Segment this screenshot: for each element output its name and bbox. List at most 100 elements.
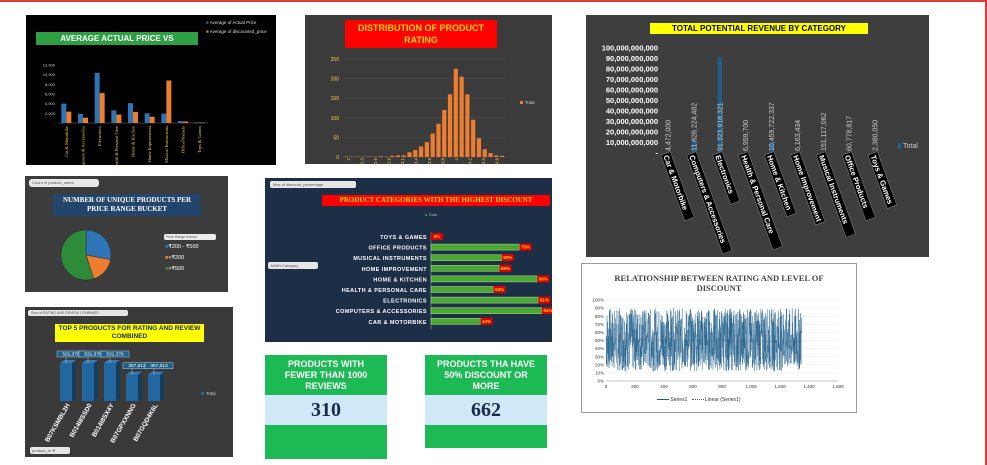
y-tick-label: 0% [597, 379, 604, 384]
y-tick-label: 250 [331, 57, 340, 63]
discount-bar [430, 254, 503, 261]
data-label: 75% [521, 245, 530, 250]
y-tick-label: 100% [592, 298, 604, 303]
category-label: HEALTH & PERSONAL CARE [342, 288, 427, 294]
y-tick-label: 150 [331, 96, 340, 102]
discount-bar [430, 296, 539, 304]
category-label: COMPUTERS & ACCESSORIES [336, 309, 427, 315]
top5-bar [60, 363, 72, 401]
x-tick-label: Home Improvement [147, 125, 152, 162]
rating-discount-chart[interactable]: RELATIONSHIP BETWEEN RATING AND LEVEL OF… [581, 263, 857, 413]
data-label: 367,613 [150, 363, 168, 369]
rating-bar [447, 94, 453, 157]
x-tick-label: Musical Instruments [164, 126, 169, 163]
rating-bar [436, 123, 441, 157]
x-tick-label: Computers & Accessories [81, 126, 86, 165]
rating-bar [413, 149, 418, 157]
x-tick-label-group: Toys & Games [867, 151, 898, 209]
rating-bar [430, 133, 435, 157]
x-tick-label: 4 [454, 157, 459, 160]
x-tick-label: Car & Motorbike [64, 126, 69, 157]
x-tick-label: Health & Personal Care [114, 126, 119, 165]
rating-bar [459, 76, 464, 157]
y-tick-label: 30% [595, 354, 604, 359]
price-bucket-chart[interactable]: Count of product_name NUMBER OF UNIQUE P… [25, 176, 228, 292]
y-tick-label: 20% [595, 362, 604, 367]
data-label: 367,613 [128, 363, 146, 369]
x-tick-label: 600 [689, 384, 697, 389]
y-tick-label: 6,000 [45, 92, 56, 97]
legend-swatch [201, 392, 204, 395]
rating-bar [378, 156, 383, 157]
y-tick-label: 90,000,000,000 [606, 54, 658, 63]
data-label: 53% [495, 287, 504, 292]
bar-discounted-price [116, 114, 122, 123]
x-tick-label: 400 [660, 384, 668, 389]
x-tick-label: B07GQD4K6L [132, 402, 159, 442]
rating-distribution-chart[interactable]: DISTRIBUTION OF PRODUCT RATING 250 200 150… [305, 15, 552, 164]
bar-actual-price [94, 72, 100, 123]
pie-slice [85, 229, 112, 260]
x-tick-label: 3.1 [400, 157, 405, 163]
kpi-fewer-reviews-footer [265, 425, 387, 459]
discount-bar [430, 275, 538, 283]
y-tick-label: 8,000 [45, 82, 56, 87]
data-label: 151,117,062 [821, 112, 828, 151]
bar-actual-price [178, 121, 183, 123]
x-tick-label: B014I8SSD0 [69, 402, 94, 439]
y-tick-label: 70,000,000,000 [606, 75, 658, 84]
bar-actual-price [194, 122, 200, 123]
data-label: 60% [503, 255, 512, 260]
bar-discounted-price [166, 80, 172, 123]
top5-plot: 531,376 B07KSMBL2H 531,376 B014I8SSD0 531,37… [44, 350, 216, 444]
x-tick-label-group: Home & Kitchen [764, 151, 797, 218]
top5-chart[interactable]: Sum of RATING AND REVIEW COMBINED TOP 5 … [25, 307, 233, 457]
x-tick-label: 3.6 [427, 157, 432, 163]
x-tick-label: 4.6 [494, 157, 499, 163]
x-tick-label: 2 [346, 157, 351, 160]
kpi-fewer-reviews: PRODUCTS WITH FEWER THAN 1000 REVIEWS 31… [265, 355, 387, 459]
legend-label: Total [206, 391, 216, 396]
data-label: 60,778,817 [847, 116, 854, 151]
data-label: 11,628,224,482 [691, 103, 698, 151]
y-tick-label: 100,000,000,000 [602, 44, 658, 53]
y-tick-label: 40,000,000,000 [606, 107, 658, 116]
x-tick-label: 3.8 [440, 157, 445, 163]
kpi-fewer-reviews-label: PRODUCTS WITH FEWER THAN 1000 REVIEWS [265, 355, 387, 395]
y-tick-label: - [54, 121, 56, 126]
bar-discounted-price [99, 93, 105, 123]
y-tick-label: 70% [595, 322, 604, 327]
x-tick-label: 1,400 [803, 384, 815, 389]
y-tick-label: 90% [595, 306, 604, 311]
kpi-fewer-reviews-value: 310 [265, 395, 387, 425]
avg-price-chart[interactable]: AVERAGE ACTUAL PRICE VS ■ Average of Act… [26, 15, 276, 165]
x-tick-label: 4.4 [481, 157, 486, 163]
x-tick-label: 1,600 [832, 384, 844, 389]
y-tick-label: 50% [595, 338, 604, 343]
scatter-legend: Series1 Linear (Series1) [657, 397, 740, 403]
revenue-chart[interactable]: TOTAL POTENTIAL REVENUE BY CATEGORY 100,… [586, 15, 929, 257]
x-tick-label: Toys & Games [869, 154, 895, 206]
y-tick-label: 50 [333, 135, 339, 141]
data-label: 91,323,918,321 [717, 102, 724, 151]
x-tick-label: Electronics [713, 154, 735, 195]
data-label: 531,376 [62, 352, 80, 358]
legend-swatch [520, 101, 523, 104]
top5-bar [126, 374, 138, 401]
data-label: 90% [539, 276, 548, 281]
y-tick-label: 60,000,000,000 [606, 86, 658, 95]
bar-discounted-price [183, 121, 188, 123]
discount-chart[interactable]: Max of discount_percentage PRODUCT CATEG… [265, 178, 552, 342]
data-label: 94% [543, 308, 552, 313]
border-line [0, 0, 987, 2]
x-tick-label: 800 [718, 384, 726, 389]
data-label: 2,380,050 [873, 120, 880, 151]
rating-bar [471, 119, 476, 157]
x-tick-label: B014I8SX4Y [91, 402, 116, 439]
bar-actual-price [144, 113, 150, 123]
discount-bar [430, 265, 500, 272]
rating-bar [482, 149, 487, 157]
data-label: 42% [482, 319, 491, 324]
top5-bar [148, 374, 160, 401]
category-label: ELECTRONICS [383, 299, 427, 305]
